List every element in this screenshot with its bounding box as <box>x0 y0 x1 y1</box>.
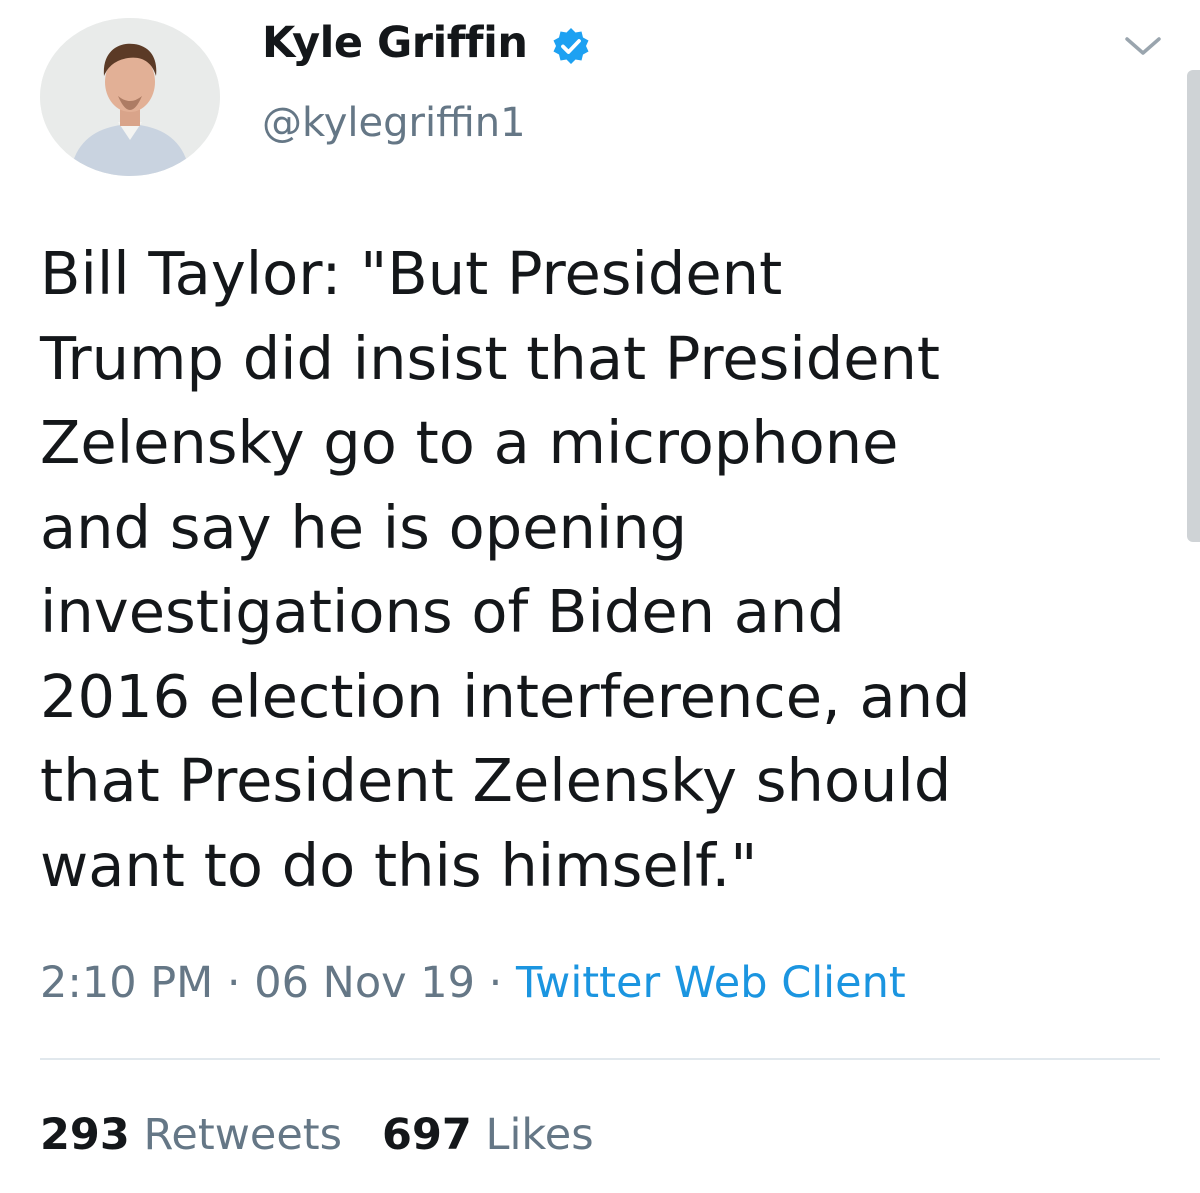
retweets-stat[interactable]: 293 Retweets <box>40 1110 342 1160</box>
avatar-photo <box>40 18 220 176</box>
tweet-text-line: Bill Taylor: "But President <box>40 239 783 308</box>
likes-label: Likes <box>485 1110 594 1160</box>
likes-stat[interactable]: 697 Likes <box>382 1110 594 1160</box>
display-name[interactable]: Kyle Griffin <box>262 18 528 68</box>
tweet-text-line: investigations of Biden and <box>40 577 845 646</box>
chevron-down-icon[interactable] <box>1124 36 1162 56</box>
tweet-meta: 2:10 PM · 06 Nov 19 · Twitter Web Client <box>40 958 906 1008</box>
retweets-label: Retweets <box>143 1110 343 1160</box>
tweet-stats: 293 Retweets 697 Likes <box>40 1110 594 1160</box>
tweet-time[interactable]: 2:10 PM <box>40 958 213 1008</box>
tweet-text: Bill Taylor: "But President Trump did in… <box>40 232 1170 908</box>
tweet-source-link[interactable]: Twitter Web Client <box>516 958 906 1008</box>
tweet-text-line: and say he is opening <box>40 492 688 562</box>
verified-badge-icon <box>553 28 589 64</box>
retweets-count: 293 <box>40 1110 130 1160</box>
scrollbar[interactable] <box>1187 70 1200 542</box>
meta-separator: · <box>474 958 516 1008</box>
divider <box>40 1058 1160 1060</box>
tweet-date[interactable]: 06 Nov 19 <box>254 958 475 1008</box>
tweet-text-line: 2016 election interference, and <box>40 661 971 731</box>
tweet-text-line: Trump did insist that President <box>40 323 941 393</box>
meta-separator: · <box>213 958 255 1008</box>
user-handle[interactable]: @kylegriffin1 <box>262 100 526 146</box>
tweet-text-line: Zelensky go to a microphone <box>40 408 899 477</box>
tweet-text-line: that President Zelensky should <box>40 746 952 815</box>
avatar[interactable] <box>40 18 220 176</box>
tweet-text-line: want to do this himself." <box>40 830 758 900</box>
likes-count: 697 <box>382 1110 472 1160</box>
